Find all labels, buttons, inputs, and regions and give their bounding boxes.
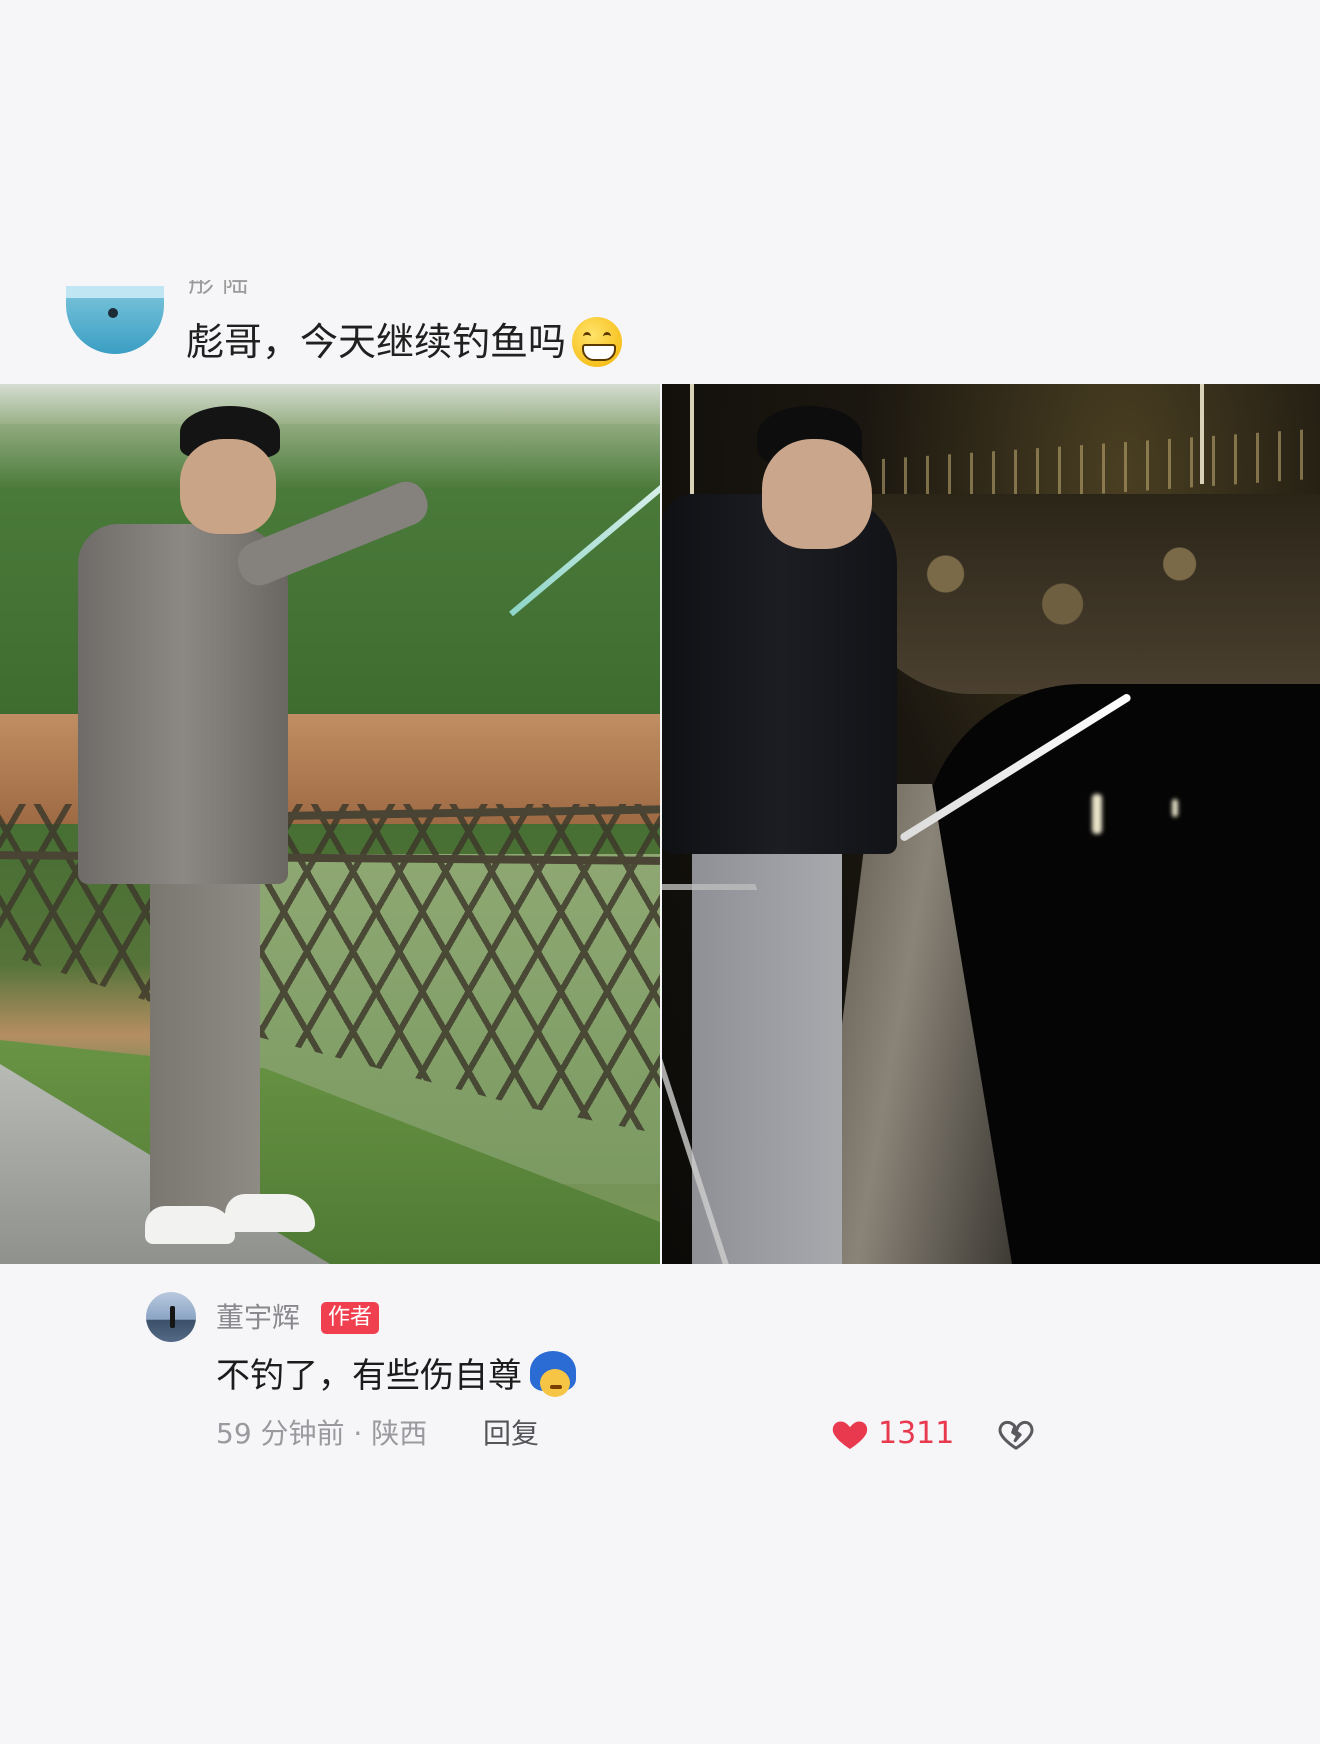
reply-text: 不钓了，有些伤自尊 (216, 1350, 578, 1402)
reply-time-location: 59 分钟前 · 陕西 (216, 1417, 428, 1450)
author-badge: 作者 (321, 1302, 380, 1334)
reply-button[interactable]: 回复 (483, 1414, 539, 1454)
comment-text: 彪哥，今天继续钓鱼吗 (186, 316, 623, 368)
grinning-face-emoji-icon (572, 317, 623, 367)
commenter-avatar[interactable] (66, 286, 164, 354)
comment-text-content: 彪哥，今天继续钓鱼吗 (186, 320, 567, 364)
blue-hair-face-emoji-icon (528, 1351, 578, 1401)
commenter-name[interactable]: 彤 陆 (188, 280, 258, 294)
author-avatar[interactable] (146, 1292, 196, 1342)
like-button[interactable]: 1311 (830, 1414, 954, 1454)
heart-icon[interactable] (830, 1414, 870, 1454)
top-comment: 彤 陆 彪哥，今天继续钓鱼吗 (0, 0, 1320, 384)
dislike-broken-heart-icon[interactable] (995, 1414, 1037, 1454)
daytime-fishing-photo[interactable] (0, 384, 660, 1264)
reply-text-content: 不钓了，有些伤自尊 (216, 1356, 522, 1396)
author-name[interactable]: 董宇辉 (216, 1298, 300, 1338)
night-fishing-photo[interactable] (662, 384, 1320, 1264)
like-count: 1311 (878, 1416, 955, 1451)
